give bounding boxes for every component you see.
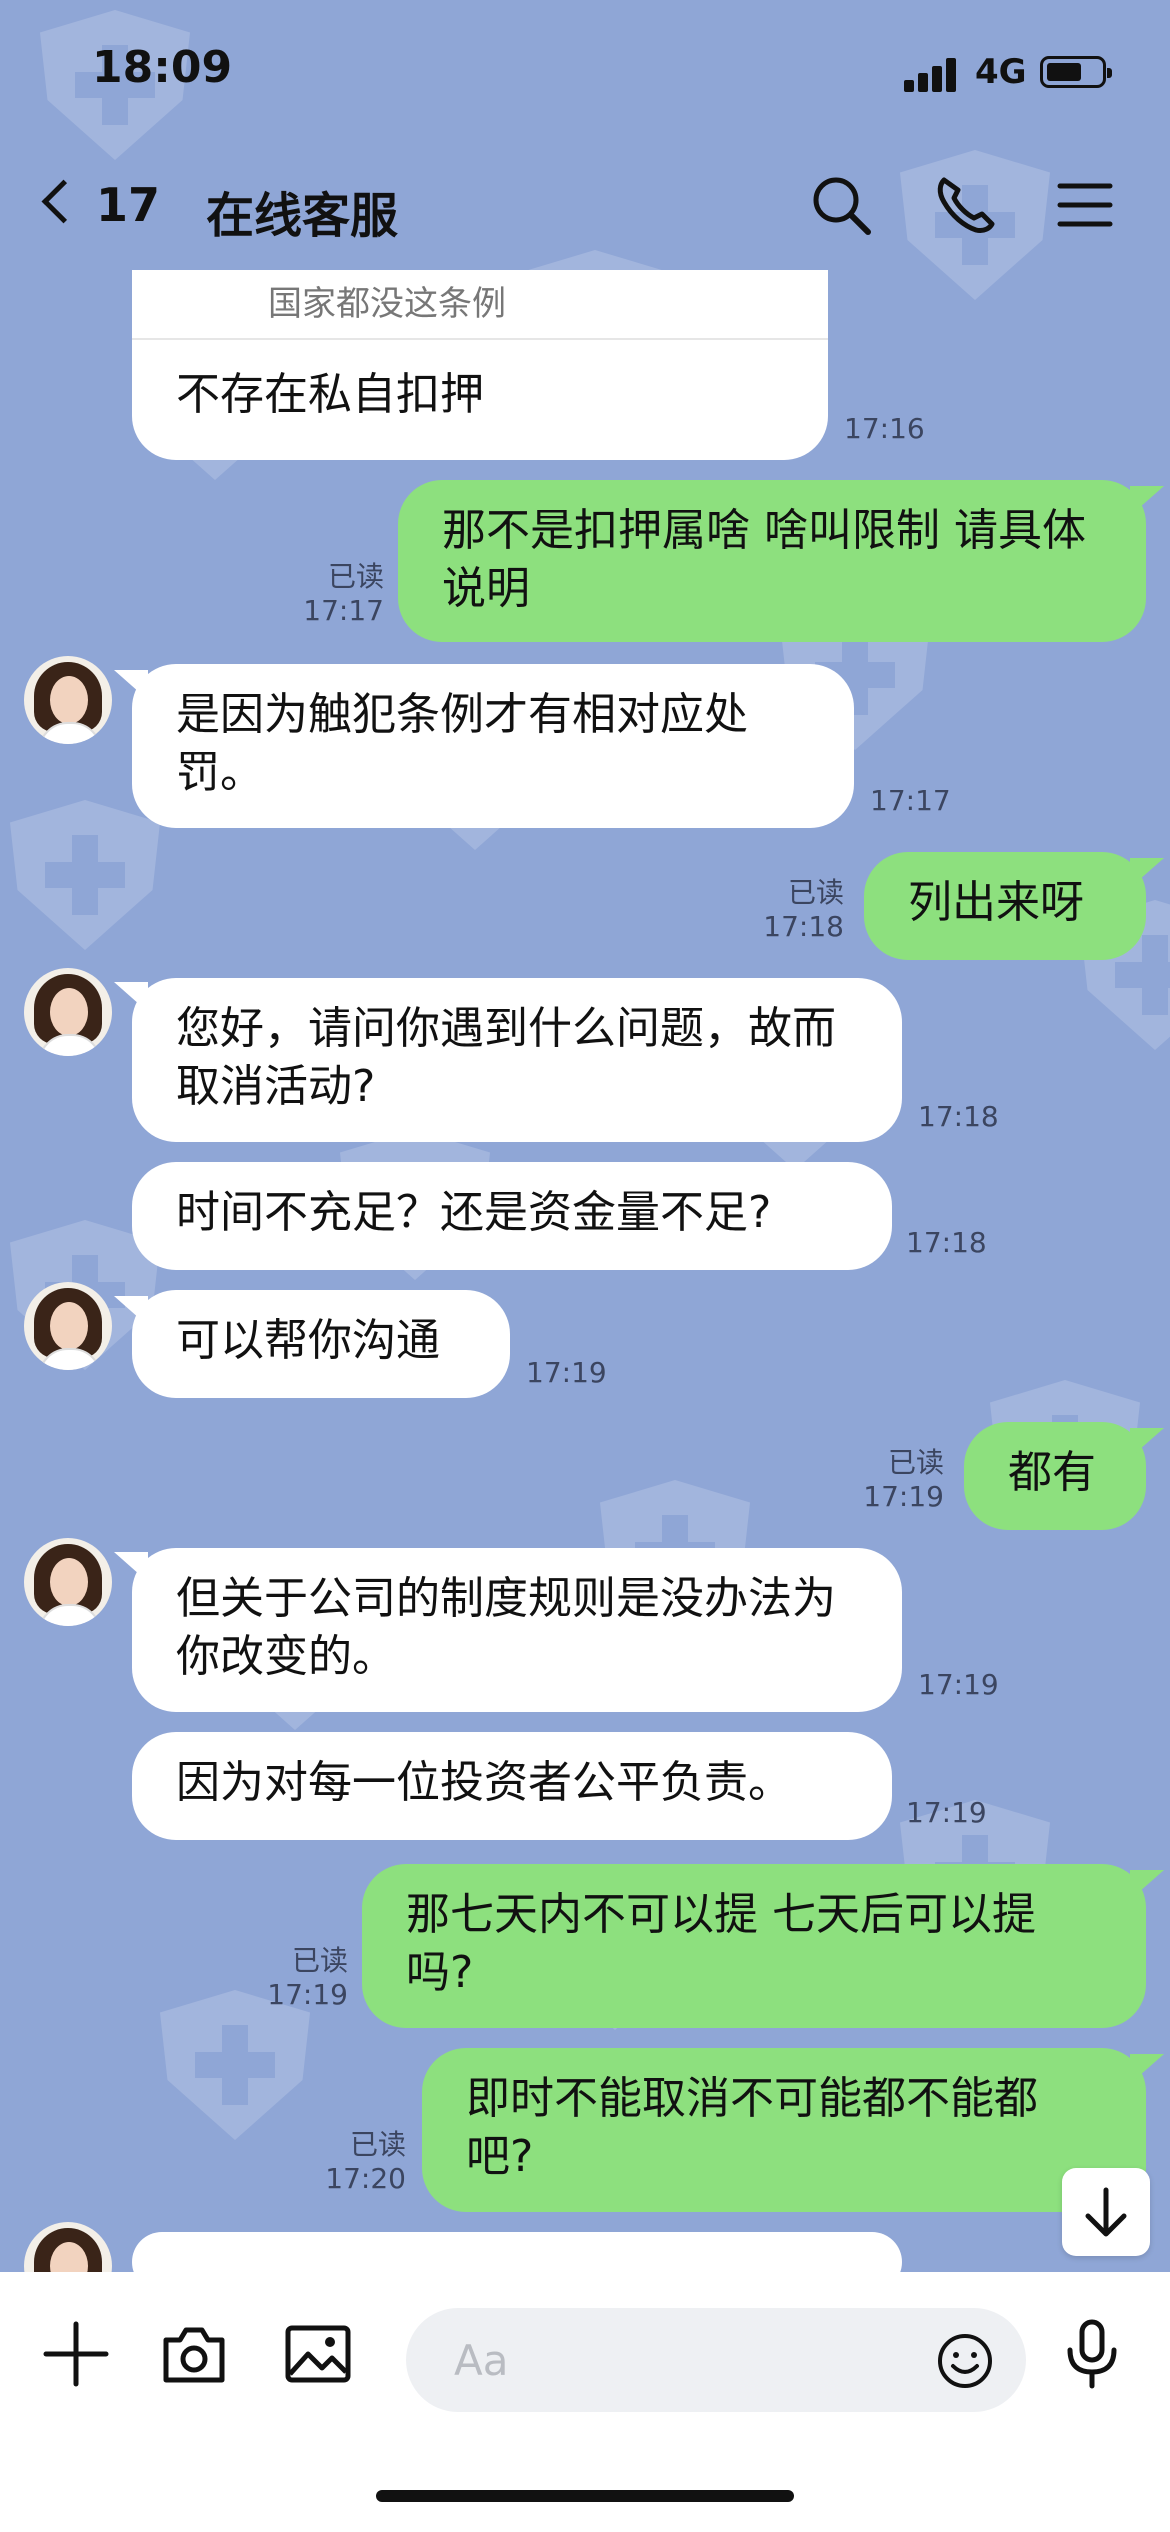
- message-bubble-outgoing[interactable]: 那七天内不可以提 七天后可以提吗?: [362, 1864, 1146, 2028]
- message-text: 即时不能取消不可能都不能都吧?: [466, 2073, 1038, 2182]
- microphone-icon[interactable]: [1056, 2318, 1128, 2390]
- message-text: 可以帮你沟通: [176, 1315, 440, 1366]
- message-bubble-incoming[interactable]: 因为对每一位投资者公平负责。: [132, 1732, 892, 1840]
- message-time: 17:18: [906, 1226, 987, 1259]
- message-text: 您好，请问你遇到什么问题，故而取消活动?: [176, 1003, 836, 1112]
- emoji-icon[interactable]: [936, 2332, 994, 2390]
- menu-icon[interactable]: [1050, 170, 1120, 240]
- message-bubble-incoming[interactable]: 您好，请问你遇到什么问题，故而取消活动?: [132, 978, 902, 1142]
- watermark-shield: [160, 1990, 310, 2160]
- bubble-tail: [1130, 858, 1164, 888]
- scroll-down-icon[interactable]: [1062, 2168, 1150, 2256]
- camera-icon[interactable]: [158, 2318, 230, 2390]
- message-input[interactable]: Aa: [406, 2308, 1026, 2412]
- network-type: 4G: [975, 52, 1027, 92]
- avatar[interactable]: [24, 1282, 112, 1370]
- avatar[interactable]: [24, 656, 112, 744]
- message-bubble-outgoing[interactable]: 列出来呀: [864, 852, 1146, 960]
- message-time: 17:19: [526, 1356, 607, 1389]
- message-text: 但关于公司的制度规则是没办法为你改变的。: [176, 1573, 836, 1682]
- read-status: 已读 17:18: [763, 876, 844, 943]
- quoted-message[interactable]: 国家都没这条例: [132, 270, 828, 340]
- read-status: 已读 17:17: [303, 560, 384, 627]
- bubble-tail: [1130, 1870, 1164, 1900]
- bubble-tail: [1130, 486, 1164, 516]
- message-time: 17:18: [918, 1100, 999, 1133]
- message-time: 17:19: [918, 1668, 999, 1701]
- message-bubble-incoming[interactable]: 但关于公司的制度规则是没办法为你改变的。: [132, 1548, 902, 1712]
- read-status: 已读 17:20: [325, 2128, 406, 2195]
- phone-icon[interactable]: [930, 170, 1000, 240]
- avatar[interactable]: [24, 968, 112, 1056]
- search-icon[interactable]: [806, 170, 876, 240]
- message-text: 都有: [1008, 1447, 1096, 1498]
- message-bubble-incoming[interactable]: 时间不充足？还是资金量不足?: [132, 1162, 892, 1270]
- message-text: 列出来呀: [908, 877, 1084, 928]
- bubble-tail: [1130, 1428, 1164, 1458]
- home-indicator: [376, 2490, 794, 2502]
- message-text: 时间不充足？还是资金量不足?: [176, 1187, 772, 1238]
- plus-icon[interactable]: [40, 2318, 112, 2390]
- message-time: 17:16: [844, 412, 925, 445]
- input-placeholder: Aa: [454, 2336, 509, 2385]
- battery-icon: [1040, 56, 1112, 88]
- watermark-shield: [10, 800, 160, 970]
- back-unread-count[interactable]: 17: [96, 178, 160, 232]
- message-bubble-incoming[interactable]: 是因为触犯条例才有相对应处罚。: [132, 664, 854, 828]
- message-bubble-outgoing[interactable]: 即时不能取消不可能都不能都吧?: [422, 2048, 1146, 2212]
- status-bar: 18:09 4G: [0, 0, 1170, 130]
- chat-header: 17 在线客服: [0, 130, 1170, 280]
- back-chevron-icon[interactable]: [41, 179, 86, 224]
- message-text: 那七天内不可以提 七天后可以提吗?: [406, 1889, 1036, 1998]
- message-text: 不存在私自扣押: [176, 369, 484, 420]
- quoted-text: 国家都没这条例: [268, 284, 506, 324]
- page-title: 在线客服: [206, 188, 399, 244]
- image-icon[interactable]: [282, 2318, 354, 2390]
- message-text: 因为对每一位投资者公平负责。: [176, 1757, 792, 1808]
- status-time: 18:09: [92, 42, 233, 93]
- message-bubble-outgoing[interactable]: 都有: [964, 1422, 1146, 1530]
- message-text: 是因为触犯条例才有相对应处罚。: [176, 689, 748, 798]
- message-text: 那不是扣押属啥 啥叫限制 请具体说明: [442, 505, 1086, 614]
- message-bubble-incoming[interactable]: 可以帮你沟通: [132, 1290, 510, 1398]
- read-status: 已读 17:19: [267, 1944, 348, 2011]
- message-bubble-outgoing[interactable]: 那不是扣押属啥 啥叫限制 请具体说明: [398, 480, 1146, 642]
- read-status: 已读 17:19: [863, 1446, 944, 1513]
- message-time: 17:17: [870, 784, 951, 817]
- bubble-tail: [1130, 2054, 1164, 2084]
- input-bar: Aa: [0, 2272, 1170, 2532]
- message-time: 17:19: [906, 1796, 987, 1829]
- avatar[interactable]: [24, 1538, 112, 1626]
- signal-icon: [904, 58, 960, 92]
